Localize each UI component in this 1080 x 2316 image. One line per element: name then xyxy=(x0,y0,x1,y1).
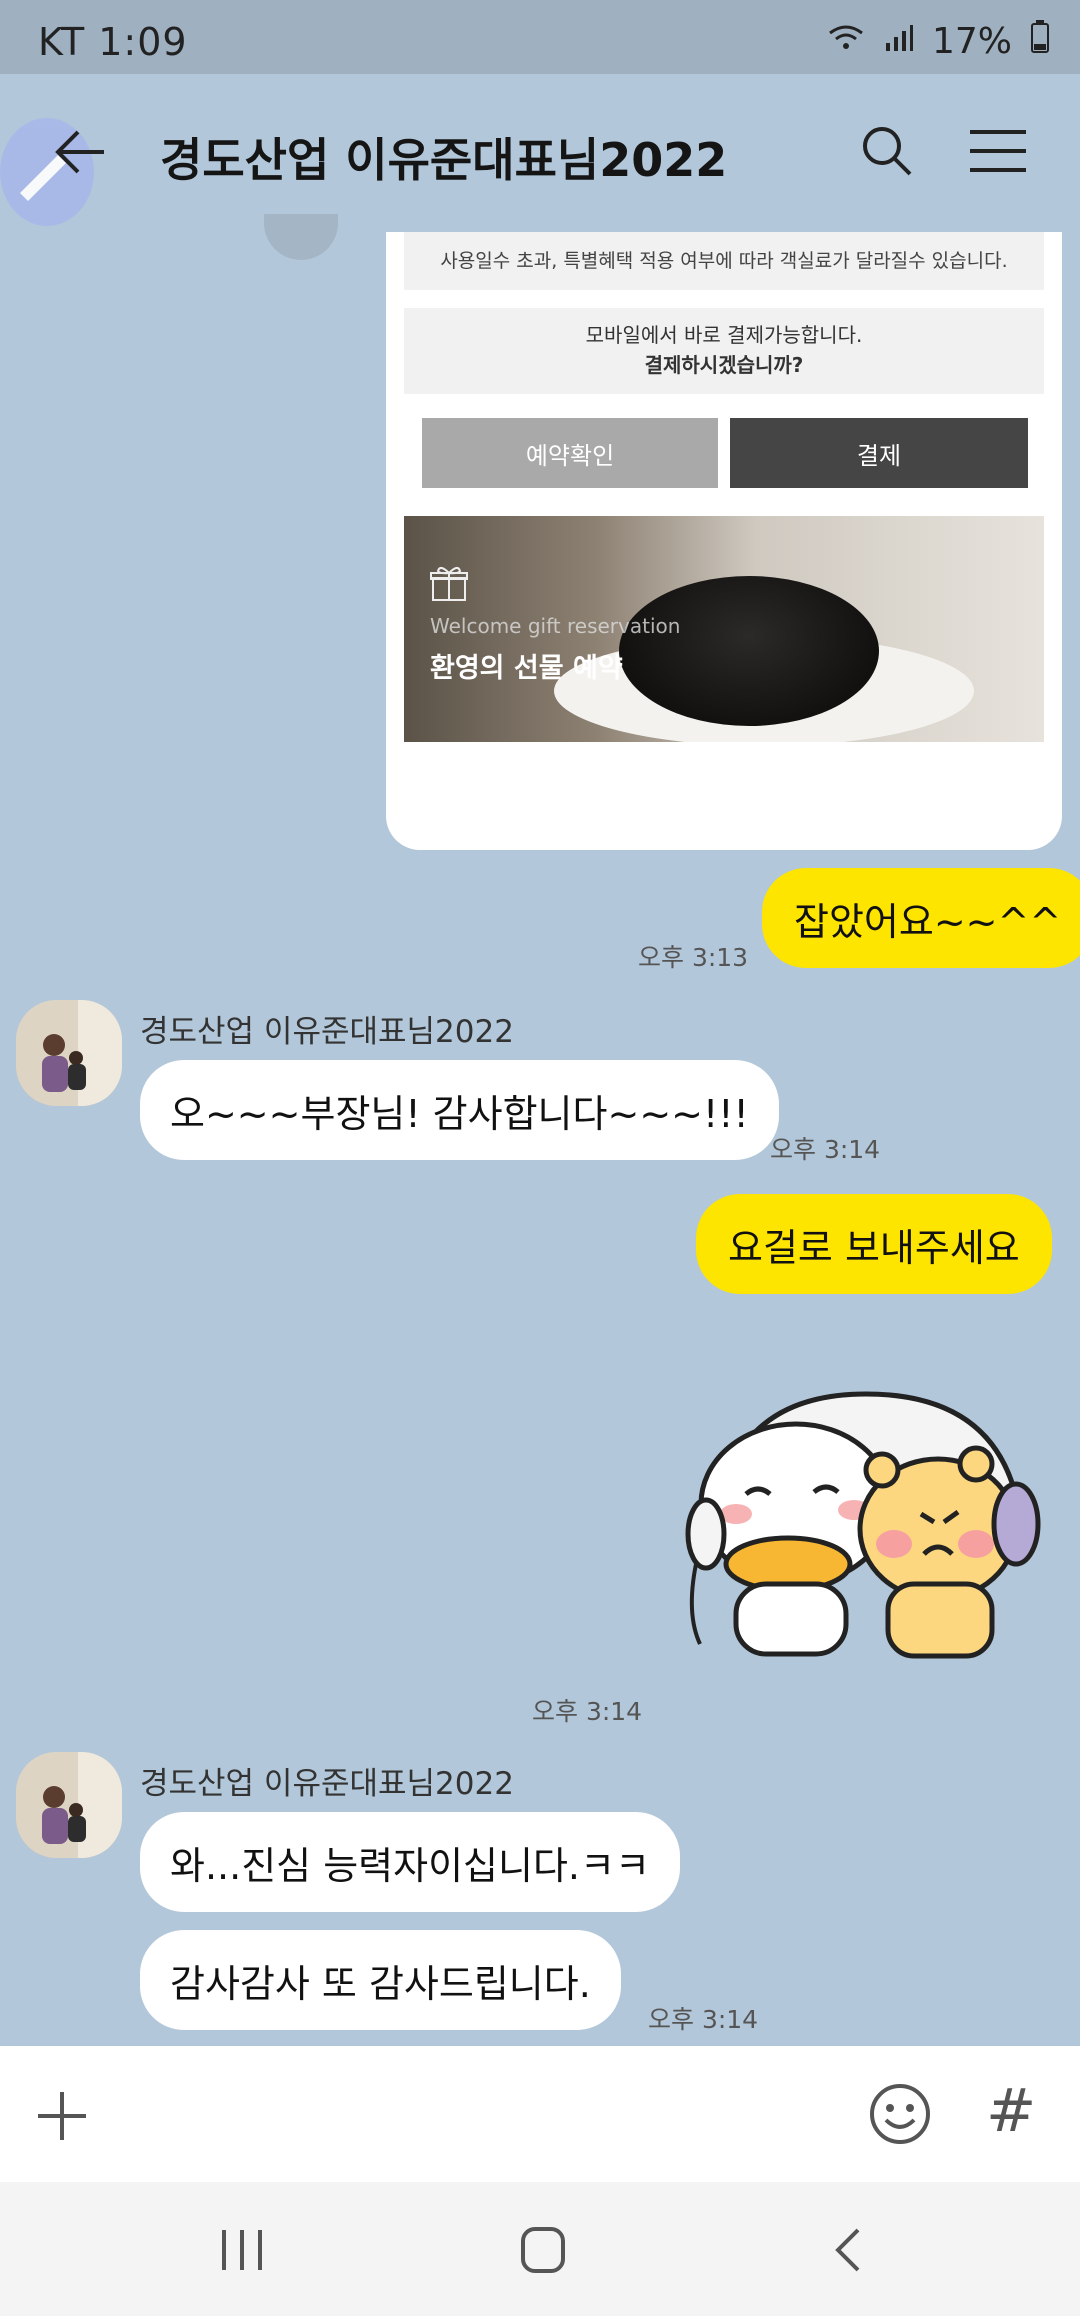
payment-prompt-line2: 결제하시겠습니까? xyxy=(644,353,804,377)
plus-icon[interactable] xyxy=(34,2088,90,2148)
message-time: 오후 3:14 xyxy=(648,2005,759,2034)
message-time: 오후 3:13 xyxy=(638,943,749,972)
emoji-icon[interactable] xyxy=(868,2082,932,2150)
reservation-confirm-button[interactable]: 예약확인 xyxy=(422,418,718,488)
banner-korean-title: 환영의 선물 예약 xyxy=(430,653,623,684)
welcome-gift-banner[interactable]: Welcome gift reservation 환영의 선물 예약 xyxy=(404,516,1044,742)
share-button[interactable] xyxy=(264,214,338,260)
payment-prompt-line1: 모바일에서 바로 결제가능합니다. xyxy=(585,323,863,347)
recent-apps-icon[interactable] xyxy=(218,2228,266,2276)
avatar[interactable] xyxy=(16,1000,122,1106)
sticker-image[interactable] xyxy=(676,1384,1056,1664)
my-message-bubble[interactable]: 잡았어요~~^^ xyxy=(762,868,1080,968)
search-icon[interactable] xyxy=(860,124,914,182)
reservation-card: 사용일수 초과, 특별혜택 적용 여부에 따라 객실료가 달라질수 있습니다. … xyxy=(386,232,1062,850)
sender-name: 경도산업 이유준대표님2022 xyxy=(140,1014,514,1050)
chat-title: 경도산업 이유준대표님2022 xyxy=(160,133,728,187)
battery-level: 17% xyxy=(931,21,1012,62)
other-message-bubble[interactable]: 와...진심 능력자이십니다.ㅋㅋ xyxy=(140,1812,680,1912)
gift-icon xyxy=(430,566,468,606)
status-carrier-time: KT 1:09 xyxy=(38,20,188,64)
home-icon[interactable] xyxy=(520,2226,566,2278)
price-notice: 사용일수 초과, 특별혜택 적용 여부에 따라 객실료가 달라질수 있습니다. xyxy=(404,232,1044,290)
cake-image xyxy=(619,576,879,726)
other-message-bubble[interactable]: 오~~~부장님! 감사합니다~~~!!! xyxy=(140,1060,779,1160)
avatar[interactable] xyxy=(16,1752,122,1858)
wifi-icon xyxy=(826,21,866,62)
my-message-bubble[interactable]: 요걸로 보내주세요 xyxy=(696,1194,1052,1294)
status-icons: 17% xyxy=(826,20,1050,63)
hashtag-button[interactable]: # xyxy=(986,2076,1036,2146)
message-time: 오후 3:14 xyxy=(770,1135,881,1164)
message-text-field[interactable] xyxy=(110,2070,830,2160)
message-time: 오후 3:14 xyxy=(532,1697,643,1726)
back-arrow-icon[interactable] xyxy=(52,128,108,180)
pay-button[interactable]: 결제 xyxy=(730,418,1028,488)
back-nav-icon[interactable] xyxy=(830,2226,864,2278)
battery-icon xyxy=(1030,20,1050,63)
other-message-bubble[interactable]: 감사감사 또 감사드립니다. xyxy=(140,1930,621,2030)
sender-name: 경도산업 이유준대표님2022 xyxy=(140,1766,514,1802)
signal-icon xyxy=(884,21,914,62)
banner-english-title: Welcome gift reservation xyxy=(430,614,681,638)
payment-prompt: 모바일에서 바로 결제가능합니다. 결제하시겠습니까? xyxy=(404,308,1044,394)
menu-icon[interactable] xyxy=(968,126,1028,180)
